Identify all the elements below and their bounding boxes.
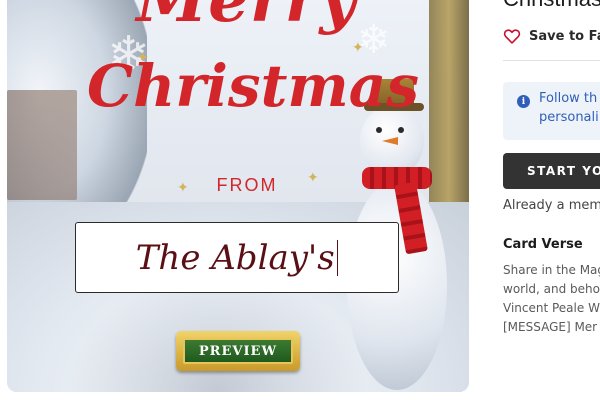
preview-button-label: PREVIEW [183,338,293,364]
sparkle-icon: ✦ [177,180,189,196]
greeting-merry: Merry [127,0,367,37]
greeting-from: FROM [216,175,278,195]
card-verse-heading: Card Verse [503,237,583,252]
info-circle-icon: i [517,95,530,108]
start-button[interactable]: START YOU [503,153,600,189]
sparkle-icon: ✦ [137,50,149,66]
greeting-christmas: Christmas [87,52,419,120]
product-panel: Christmas Save to Favo i Follow th perso… [503,0,600,400]
product-title: Christmas [503,0,600,12]
member-signin-text: Already a mem [503,198,600,213]
info-banner: i Follow th personali [503,82,600,140]
info-text-line1: Follow th [539,91,598,106]
text-cursor [336,239,339,276]
card-verse-line: Share in the Mag [503,263,600,277]
info-text-line2: personali [539,110,599,125]
name-input-value: The Ablay's [135,237,335,278]
greeting-lettering: Merry Christmas FROM ✦ ✦ ✦ ✦ [7,0,469,220]
name-input-field[interactable]: The Ablay's [75,222,399,293]
save-to-favorites-button[interactable]: Save to Favo [503,28,600,44]
sparkle-icon: ✦ [352,40,364,56]
sparkle-icon: ✦ [307,170,319,186]
card-verse-line: world, and behol [503,282,600,296]
favorite-label: Save to Favo [529,28,600,44]
card-verse-line: [MESSAGE] Mer [503,320,598,334]
card-verse-line: Vincent Peale W [503,301,600,315]
preview-button[interactable]: PREVIEW [176,331,300,371]
heart-outline-icon [503,29,521,44]
divider [503,60,600,61]
